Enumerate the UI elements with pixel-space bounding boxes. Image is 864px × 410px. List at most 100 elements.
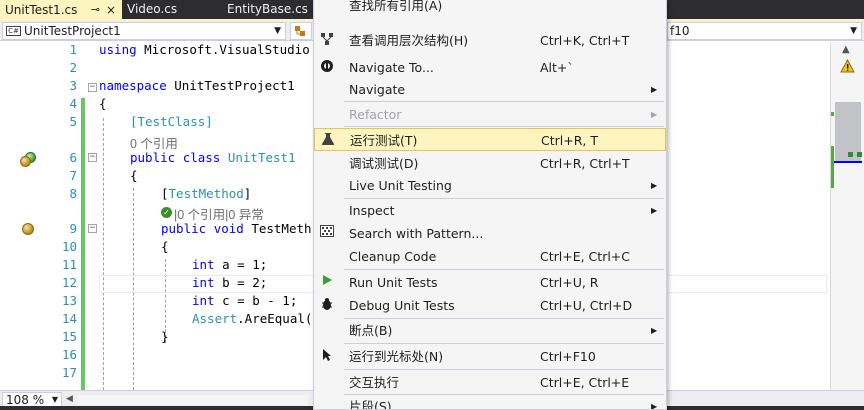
menu-item-cleanup-code[interactable]: Cleanup Code Ctrl+E, Ctrl+C [314,245,666,268]
line-number: 14 [61,311,77,326]
menu-item-label: Navigate [349,82,406,97]
menu-item-shortcut: Ctrl+R, T [541,133,598,148]
tab-unittest1[interactable]: UnitTest1.cs ⊸ × [0,0,122,19]
menu-item-debug-tests[interactable]: 调试测试(D) Ctrl+R, Ctrl+T [314,152,666,175]
breakpoint-marker [848,152,853,157]
member-name: f10 [670,24,690,38]
menu-item-debug-unit-tests[interactable]: Debug Unit Tests Ctrl+U, Ctrl+D [314,294,666,317]
menu-separator [344,101,664,102]
member-dropdown[interactable]: f10 ▼ [667,22,862,40]
attribute: TestMethod [168,186,244,201]
line-number: 15 [61,329,77,344]
submenu-arrow-icon: ▶ [651,181,658,190]
menu-item-run-unit-tests[interactable]: Run Unit Tests Ctrl+U, R [314,271,666,294]
submenu-arrow-icon: ▶ [651,206,658,215]
menu-item-label: Cleanup Code [349,249,437,264]
line-number: 17 [61,365,77,380]
menu-item-label: 调试测试(D) [349,156,419,171]
menu-item-live-unit-testing[interactable]: Live Unit Testing ▶ [314,174,666,197]
chevron-down-icon: ▼ [51,395,58,404]
code-token: { [130,168,138,183]
type-name: Assert [192,311,238,326]
caret-position-marker [834,161,862,163]
pin-icon[interactable]: ⊸ [91,1,100,19]
menu-item-label: 运行测试(T) [350,133,418,148]
code-text: using Microsoft.VisualStudio [99,42,310,57]
call-hierarchy-icon [318,32,336,48]
menu-item-label: Inspect [349,203,395,218]
horizontal-scrollbar[interactable] [78,395,308,405]
project-name: UnitTestProject1 [24,24,121,38]
menu-item-shortcut: Ctrl+R, Ctrl+T [540,156,630,171]
menu-item-run-to-cursor[interactable]: 运行到光标处(N) Ctrl+F10 [314,345,666,368]
menu-item-label: 交互执行 [349,375,400,390]
tab-video[interactable]: Video.cs [122,0,222,19]
menu-item-interactive-execute[interactable]: 交互执行 Ctrl+E, Ctrl+E [314,371,666,394]
code-token: { [161,239,169,254]
menu-item-label: Search with Pattern... [349,226,484,241]
menu-item-label: 片段(S) [349,399,392,410]
menu-item-call-hierarchy[interactable]: 查看调用层次结构(H) Ctrl+K, Ctrl+T [314,29,666,52]
line-number: 12 [61,275,77,290]
menu-separator [344,269,664,270]
menu-item-shortcut: Ctrl+K, Ctrl+T [540,33,630,48]
scroll-up-icon[interactable]: ▲ [842,44,850,55]
cursor-icon [318,348,336,364]
tab-label: UnitTest1.cs [5,3,78,17]
keyword: using [99,42,137,57]
line-number: 11 [61,257,77,272]
test-passed-icon[interactable]: ✓ [161,207,172,218]
code-token: TestMeth [243,221,312,236]
breakpoint-marker [857,152,862,157]
class-member-icon [295,26,305,36]
menu-item-label: 断点(B) [349,323,393,338]
tab-label: Video.cs [127,2,178,16]
menu-item-find-all-references[interactable]: 查找所有引用(A) [314,0,666,17]
keyword: int [192,257,215,272]
run-icon [318,274,336,290]
line-number: 7 [69,168,77,183]
menu-item-snippets[interactable]: 片段(S) ▶ [314,395,666,410]
menu-item-breakpoint[interactable]: 断点(B) ▶ [314,319,666,342]
menu-item-label: Navigate To... [349,60,434,75]
menu-item-shortcut: Ctrl+E, Ctrl+E [540,375,630,390]
menu-item-shortcut: Ctrl+U, R [540,275,599,290]
menu-item-shortcut: Ctrl+U, Ctrl+D [540,298,633,313]
line-number: 5 [69,114,77,129]
keyword: class [182,150,221,165]
flask-icon [319,132,337,148]
menu-item-navigate-to[interactable]: Navigate To... Alt+` [314,56,666,79]
menu-separator [344,343,664,344]
project-dropdown[interactable]: C# UnitTestProject1 ▼ [2,22,286,40]
type-name: UnitTest1 [227,150,296,165]
context-menu: 查找所有引用(A) 查看调用层次结构(H) Ctrl+K, Ctrl+T Nav… [313,0,667,410]
menu-item-run-tests[interactable]: 运行测试(T) Ctrl+R, T [314,128,666,151]
line-number: 1 [69,42,77,57]
menu-item-label: Debug Unit Tests [349,298,455,313]
menu-item-search-with-pattern[interactable]: Search with Pattern... [314,222,666,245]
menu-item-navigate[interactable]: Navigate ▶ [314,78,666,101]
keyword: void [213,221,244,236]
chevron-down-icon: ▼ [274,26,281,36]
menu-item-label: Run Unit Tests [349,275,438,290]
menu-item-label: Refactor [349,107,402,122]
tab-entitybase[interactable]: EntityBase.cs [222,0,317,19]
menu-item-label: 查看调用层次结构(H) [349,33,469,48]
menu-item-inspect[interactable]: Inspect ▶ [314,199,666,222]
menu-separator [344,369,664,370]
code-token: } [161,329,169,344]
warning-icon[interactable] [840,59,855,73]
submenu-arrow-icon: ▶ [651,85,658,94]
submenu-arrow-icon: ▶ [651,402,658,410]
close-icon[interactable]: × [106,1,116,19]
menu-item-shortcut: Alt+` [540,60,574,75]
line-number: 2 [69,60,77,75]
code-text: int b = 2; [192,275,267,290]
type-dropdown[interactable] [290,22,312,40]
scroll-left-icon[interactable]: ◀ [66,394,73,404]
vertical-scrollbar[interactable]: ▲ [830,42,864,390]
menu-item-shortcut: Ctrl+F10 [540,349,596,364]
code-token: b = 2; [214,275,268,290]
navigate-to-icon [318,59,336,75]
code-text: public void TestMeth [161,221,312,236]
